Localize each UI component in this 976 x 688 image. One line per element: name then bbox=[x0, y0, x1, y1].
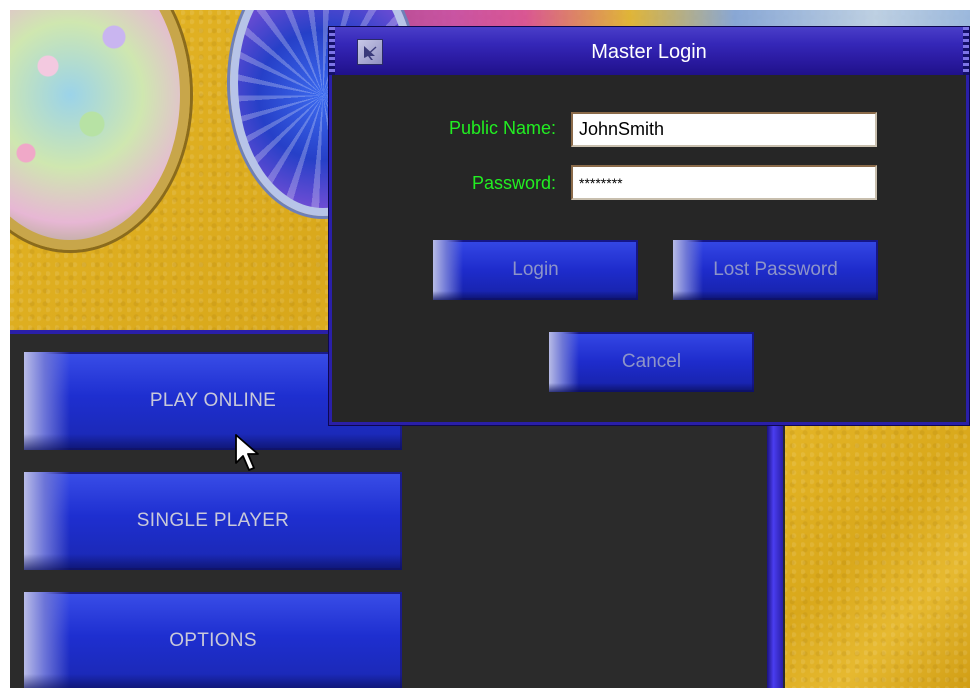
arrow-cursor-icon bbox=[235, 434, 259, 471]
game-screen: PLAY ONLINE SINGLE PLAYER OPTIONS Master… bbox=[0, 0, 976, 688]
login-button-label: Login bbox=[512, 259, 559, 280]
single-player-label: SINGLE PLAYER bbox=[136, 510, 290, 531]
cancel-button[interactable]: Cancel bbox=[549, 332, 754, 392]
options-button[interactable]: OPTIONS bbox=[24, 592, 402, 688]
cancel-button-label: Cancel bbox=[621, 351, 682, 372]
public-name-input[interactable] bbox=[571, 112, 877, 147]
public-name-label: Public Name: bbox=[448, 118, 556, 138]
login-button[interactable]: Login bbox=[433, 240, 638, 300]
master-login-dialog: Master Login Public Name: Password: Logi… bbox=[329, 27, 969, 425]
options-label: OPTIONS bbox=[169, 630, 257, 651]
play-online-label: PLAY ONLINE bbox=[149, 390, 277, 411]
side-gold-texture bbox=[783, 425, 970, 688]
dialog-titlebar[interactable]: Master Login bbox=[329, 27, 969, 75]
lost-password-button[interactable]: Lost Password bbox=[673, 240, 878, 300]
lost-password-button-label: Lost Password bbox=[713, 259, 838, 280]
password-input[interactable] bbox=[571, 165, 877, 200]
single-player-button[interactable]: SINGLE PLAYER bbox=[24, 472, 402, 570]
password-label: Password: bbox=[471, 173, 556, 193]
dialog-title: Master Login bbox=[591, 41, 707, 63]
menu-panel-border bbox=[767, 425, 783, 688]
